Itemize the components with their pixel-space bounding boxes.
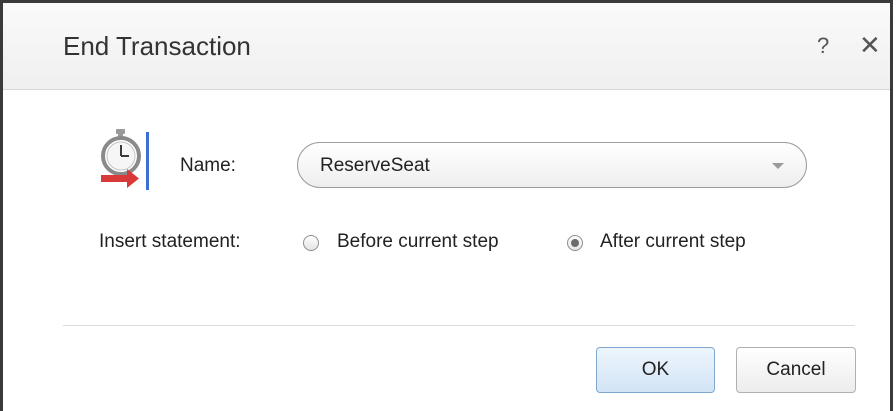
close-icon[interactable]: ✕ [859,30,881,61]
insert-statement-label: Insert statement: [99,231,241,252]
help-icon[interactable]: ? [817,33,829,59]
chevron-down-icon[interactable] [772,163,784,169]
end-transaction-dialog: End Transaction ? ✕ Name: ReserveSeat In… [0,0,893,411]
radio-after-current-step-label[interactable]: After current step [600,231,746,253]
name-label: Name: [180,155,236,176]
transaction-name-combobox[interactable]: ReserveSeat [297,142,807,188]
end-transaction-stopwatch-icon [101,129,149,190]
dialog-titlebar: End Transaction ? ✕ [3,3,890,90]
transaction-name-value: ReserveSeat [320,155,430,176]
ok-button[interactable]: OK [596,347,715,393]
dialog-title: End Transaction [63,31,251,61]
radio-after-current-step[interactable] [567,235,583,251]
cancel-button[interactable]: Cancel [736,347,856,393]
radio-before-current-step-label[interactable]: Before current step [337,231,499,253]
footer-divider [63,325,855,326]
radio-before-current-step[interactable] [303,235,319,251]
